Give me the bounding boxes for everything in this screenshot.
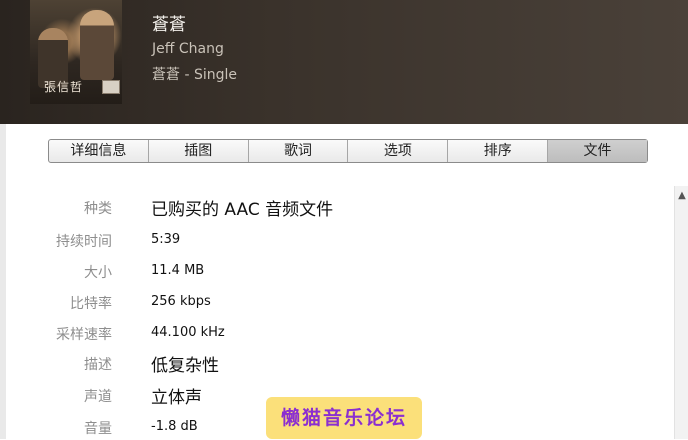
song-meta: 蒼蒼 Jeff Chang 蒼蒼 - Single bbox=[152, 14, 237, 86]
tab-details[interactable]: 详细信息 bbox=[49, 140, 149, 162]
info-value: 44.100 kHz bbox=[151, 325, 225, 340]
tab-sorting[interactable]: 排序 bbox=[448, 140, 549, 162]
info-value: 11.4 MB bbox=[151, 263, 205, 278]
info-value: -1.8 dB bbox=[151, 419, 198, 434]
artwork-badge bbox=[102, 80, 120, 94]
tab-lyrics[interactable]: 歌词 bbox=[249, 140, 349, 162]
info-value: 256 kbps bbox=[151, 294, 211, 309]
info-label: 音量 bbox=[84, 421, 112, 437]
info-label: 持续时间 bbox=[56, 234, 112, 250]
info-value: 立体声 bbox=[151, 388, 202, 408]
info-row-sample-rate: 采样速率 44.100 kHz bbox=[0, 318, 660, 346]
info-value: 低复杂性 bbox=[151, 356, 219, 376]
info-label: 种类 bbox=[84, 201, 112, 217]
info-row-size: 大小 11.4 MB bbox=[0, 256, 660, 284]
song-album: 蒼蒼 - Single bbox=[152, 67, 237, 83]
tab-file[interactable]: 文件 bbox=[548, 140, 647, 162]
tab-options[interactable]: 选项 bbox=[348, 140, 449, 162]
info-row-description: 描述 低复杂性 bbox=[0, 348, 660, 376]
info-row-duration: 持续时间 5:39 bbox=[0, 225, 660, 253]
album-artwork: 張信哲 bbox=[30, 0, 122, 104]
info-label: 采样速率 bbox=[56, 327, 112, 343]
info-value: 5:39 bbox=[151, 232, 181, 247]
song-artist: Jeff Chang bbox=[152, 41, 224, 57]
song-title: 蒼蒼 bbox=[152, 15, 186, 35]
chevron-up-icon[interactable]: ▲ bbox=[675, 190, 688, 201]
info-label: 声道 bbox=[84, 389, 112, 405]
tab-artwork[interactable]: 插图 bbox=[149, 140, 249, 162]
vertical-scrollbar[interactable]: ▲ bbox=[674, 186, 688, 439]
info-label: 描述 bbox=[84, 357, 112, 373]
artwork-text: 張信哲 bbox=[44, 80, 84, 94]
artwork-figure-right bbox=[80, 10, 114, 80]
info-label: 比特率 bbox=[70, 296, 112, 312]
info-row-kind: 种类 已购买的 AAC 音频文件 bbox=[0, 192, 660, 220]
song-header: 張信哲 蒼蒼 Jeff Chang 蒼蒼 - Single bbox=[0, 0, 688, 124]
forum-watermark: 懒猫音乐论坛 bbox=[266, 397, 422, 439]
info-tab-bar: 详细信息 插图 歌词 选项 排序 文件 bbox=[48, 139, 648, 163]
info-row-bitrate: 比特率 256 kbps bbox=[0, 287, 660, 315]
info-value: 已购买的 AAC 音频文件 bbox=[151, 200, 334, 220]
info-label: 大小 bbox=[84, 265, 112, 281]
